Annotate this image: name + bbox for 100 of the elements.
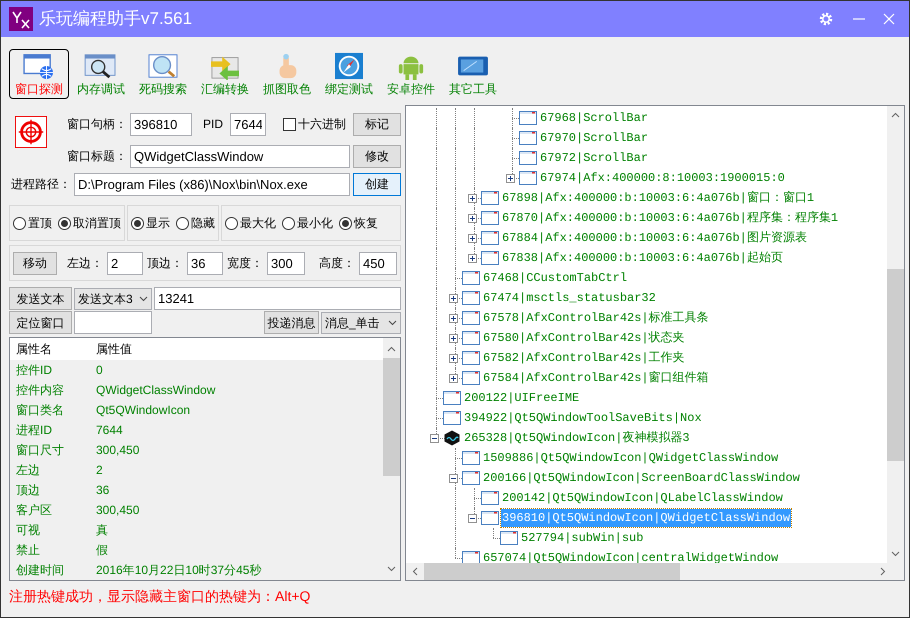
radio-indicator[interactable] — [13, 216, 26, 230]
tree-item[interactable]: 67972|ScrollBar — [539, 149, 650, 167]
radio-button[interactable]: 取消置顶 — [58, 214, 121, 232]
radio-button[interactable]: 最大化 — [225, 214, 276, 232]
tree-item[interactable]: 200122|UIFreeIME — [463, 389, 580, 407]
radio-indicator[interactable] — [131, 216, 144, 230]
toolbar-button[interactable]: 内存调试 — [71, 49, 131, 99]
window-icon — [519, 110, 537, 126]
settings-icon[interactable] — [817, 10, 835, 28]
collapse-icon[interactable] — [468, 514, 477, 522]
window-icon — [462, 330, 480, 346]
scroll-up-icon[interactable] — [891, 112, 900, 118]
button[interactable]: 投递消息 — [264, 311, 319, 334]
expand-icon[interactable] — [468, 254, 477, 262]
input-field[interactable]: 396810 — [130, 112, 192, 136]
input-field[interactable]: 300 — [267, 252, 305, 274]
tree-item[interactable]: 67580|AfxControlBar42s|状态夹 — [482, 329, 686, 347]
input-field[interactable]: D:\Program Files (x86)\Nox\bin\Nox.exe — [74, 172, 350, 196]
radio-indicator[interactable] — [225, 216, 238, 230]
scroll-down-icon[interactable] — [387, 566, 396, 572]
tree-item[interactable]: 67968|ScrollBar — [539, 109, 650, 127]
input-field[interactable] — [74, 311, 152, 334]
tree-item[interactable]: 67468|CCustomTabCtrl — [482, 269, 628, 287]
scroll-up-icon[interactable] — [387, 346, 396, 352]
expand-icon[interactable] — [468, 194, 477, 202]
tree-item[interactable]: 67870|Afx:400000:b:10003:6:4a076b|程序集：程序集1 — [501, 209, 840, 227]
button[interactable]: 移动 — [13, 252, 57, 274]
tree-item[interactable]: 67884|Afx:400000:b:10003:6:4a076b|图片资源表 — [501, 229, 808, 247]
tree-item[interactable]: 1509886|Qt5QWindowIcon|QWidgetClassWindow — [482, 449, 780, 467]
button[interactable]: 标记 — [353, 112, 401, 136]
tree-item[interactable]: 67584|AfxControlBar42s|窗口组件箱 — [482, 369, 710, 387]
tree-item[interactable]: 67974|Afx:400000:8:10003:1900015:0 — [539, 169, 786, 187]
vertical-scrollbar[interactable] — [887, 106, 904, 563]
toolbar-button[interactable]: 安卓控件 — [381, 49, 441, 99]
toolbar-button[interactable]: 抓图取色 — [257, 49, 317, 99]
expand-icon[interactable] — [449, 294, 458, 302]
expand-icon[interactable] — [468, 234, 477, 242]
tree-item[interactable]: 67838|Afx:400000:b:10003:6:4a076b|起始页 — [501, 249, 784, 267]
button[interactable]: 创建 — [353, 172, 401, 196]
radio-button[interactable]: 置顶 — [13, 214, 52, 232]
button[interactable]: 修改 — [353, 144, 401, 168]
tree-item[interactable]: 200166|Qt5QWindowIcon|ScreenBoardClassWindow — [482, 469, 801, 487]
dropdown[interactable]: 发送文本3 — [74, 288, 152, 310]
input-field[interactable]: 450 — [359, 252, 397, 274]
table-cell-text: 进程ID — [15, 422, 53, 439]
scroll-down-icon[interactable] — [891, 551, 900, 557]
tree-item[interactable]: 527794|subWin|sub — [520, 529, 644, 547]
close-icon[interactable] — [883, 13, 895, 25]
scroll-right-icon[interactable] — [880, 567, 886, 576]
tree-item[interactable]: 67898|Afx:400000:b:10003:6:4a076b|窗口：窗口1 — [501, 189, 816, 207]
checkbox[interactable]: 十六进制 — [283, 115, 346, 133]
expand-icon[interactable] — [449, 314, 458, 322]
tree-item[interactable]: 394922|Qt5QWindowToolSaveBits|Nox — [463, 409, 703, 427]
radio-indicator[interactable] — [58, 216, 71, 230]
radio-indicator[interactable] — [176, 216, 189, 230]
expand-icon[interactable] — [449, 374, 458, 382]
tree-item[interactable]: 67970|ScrollBar — [539, 129, 650, 147]
input-field[interactable]: 36 — [187, 252, 223, 274]
radio-button[interactable]: 隐藏 — [176, 214, 215, 232]
collapse-icon[interactable] — [449, 474, 458, 482]
column-header[interactable]: 属性值 — [90, 340, 132, 358]
tree-item[interactable]: 265328|Qt5QWindowIcon|夜神模拟器3 — [463, 429, 691, 447]
toolbar-button[interactable]: 绑定测试 — [319, 49, 379, 99]
horizontal-scrollbar[interactable] — [406, 563, 904, 580]
radio-button[interactable]: 恢复 — [339, 214, 378, 232]
column-header[interactable]: 属性名 — [10, 340, 90, 358]
dropdown[interactable]: 消息_单击 — [321, 312, 401, 334]
toolbar-button[interactable]: 其它工具 — [443, 49, 503, 99]
input-field[interactable]: 2 — [107, 252, 143, 274]
expand-icon[interactable] — [449, 334, 458, 342]
crosshair-icon[interactable] — [15, 115, 47, 149]
button[interactable]: 发送文本 — [9, 287, 72, 310]
expand-icon[interactable] — [506, 174, 515, 182]
tree-item[interactable]: 67582|AfxControlBar42s|工作夹 — [482, 349, 686, 367]
expand-icon[interactable] — [468, 214, 477, 222]
collapse-icon[interactable] — [430, 434, 439, 442]
toolbar-button[interactable]: 窗口探测 — [9, 49, 69, 99]
field-label: 窗口标题： — [67, 148, 127, 165]
toolbar-button[interactable]: 汇编转换 — [195, 49, 255, 99]
tree-item[interactable]: 67474|msctls_statusbar32 — [482, 289, 657, 307]
radio-button[interactable]: 显示 — [131, 214, 170, 232]
field-label: 左边： — [67, 255, 103, 272]
field-label: 顶边： — [147, 255, 183, 272]
input-field[interactable]: QWidgetClassWindow — [130, 144, 350, 168]
radio-indicator[interactable] — [282, 216, 295, 230]
tree-item[interactable]: 67578|AfxControlBar42s|标准工具条 — [482, 309, 710, 327]
button[interactable]: 定位窗口 — [9, 311, 72, 334]
input-field[interactable]: 13241 — [154, 287, 401, 310]
field-label: 窗口句柄： — [67, 116, 127, 133]
radio-indicator[interactable] — [339, 216, 352, 230]
table-cell-text: 真 — [95, 522, 108, 539]
table-cell-text: 顶边 — [15, 482, 41, 499]
tree-item[interactable]: 200142|Qt5QWindowIcon|QLabelClassWindow — [501, 489, 784, 507]
toolbar-button[interactable]: 死码搜索 — [133, 49, 193, 99]
expand-icon[interactable] — [449, 354, 458, 362]
window-icon — [481, 230, 499, 246]
window-icon — [462, 450, 480, 466]
scroll-left-icon[interactable] — [412, 567, 418, 576]
tree-item[interactable]: 396810|Qt5QWindowIcon|QWidgetClassWindow — [501, 509, 792, 527]
radio-button[interactable]: 最小化 — [282, 214, 333, 232]
